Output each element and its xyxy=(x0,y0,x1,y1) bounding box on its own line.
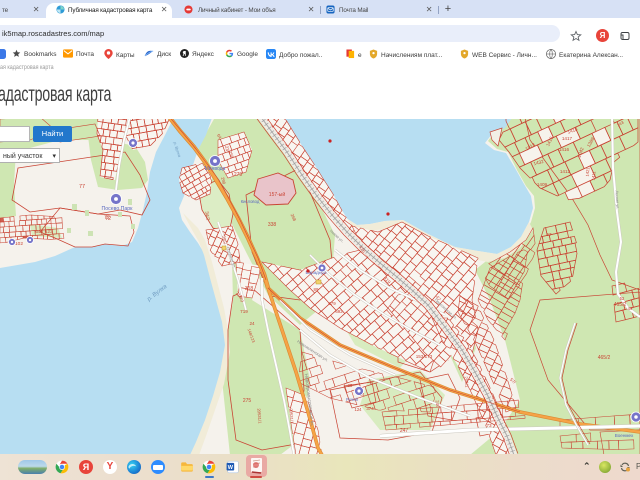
svg-text:57: 57 xyxy=(546,232,552,237)
svg-text:Кисловод: Кисловод xyxy=(241,199,260,204)
svg-text:Посево Парк: Посево Парк xyxy=(102,206,134,212)
svg-text:157-ый: 157-ый xyxy=(269,191,286,198)
svg-text:1409: 1409 xyxy=(537,182,548,187)
svg-text:279: 279 xyxy=(234,172,243,178)
svg-text:24: 24 xyxy=(249,321,255,326)
svg-text:1412: 1412 xyxy=(560,169,571,174)
svg-text:465/2: 465/2 xyxy=(614,302,627,308)
svg-text:679: 679 xyxy=(328,301,336,306)
svg-text:72: 72 xyxy=(104,215,110,221)
svg-text:W: W xyxy=(228,465,234,471)
svg-text:89: 89 xyxy=(314,287,319,292)
svg-text:648 623: 648 623 xyxy=(35,229,53,235)
svg-text:374: 374 xyxy=(366,406,374,411)
svg-text:77: 77 xyxy=(79,184,85,190)
svg-text:Ручей: Ручей xyxy=(346,397,358,402)
svg-text:49: 49 xyxy=(628,306,633,311)
svg-text:124: 124 xyxy=(355,407,363,412)
svg-text:318: 318 xyxy=(245,286,254,292)
svg-text:719: 719 xyxy=(240,309,248,314)
svg-text:1416: 1416 xyxy=(559,147,570,152)
svg-text:1421: 1421 xyxy=(585,166,591,176)
svg-text:206/1: 206/1 xyxy=(464,376,470,388)
svg-text:275: 275 xyxy=(243,398,252,404)
svg-text:153/173: 153/173 xyxy=(416,354,433,359)
svg-text:Военмех: Военмех xyxy=(615,433,634,438)
svg-text:246: 246 xyxy=(435,400,441,408)
svg-text:1411: 1411 xyxy=(591,171,597,181)
svg-text:465/2: 465/2 xyxy=(598,355,611,361)
svg-text:73: 73 xyxy=(486,423,492,428)
svg-text:85: 85 xyxy=(348,383,353,388)
svg-text:Минвода: Минвода xyxy=(205,166,226,172)
svg-text:692: 692 xyxy=(335,309,343,314)
svg-text:247: 247 xyxy=(400,428,409,434)
svg-text:1417: 1417 xyxy=(562,136,573,141)
svg-text:102: 102 xyxy=(15,241,23,247)
svg-text:52: 52 xyxy=(620,296,625,301)
svg-text:338: 338 xyxy=(268,222,277,228)
